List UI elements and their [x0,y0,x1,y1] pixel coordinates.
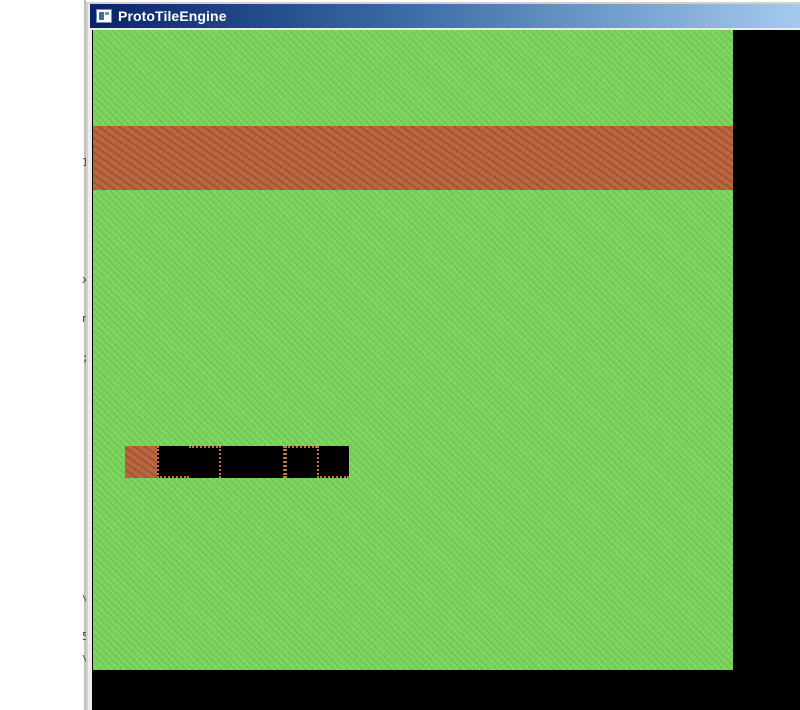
tile-empty[interactable] [157,446,189,478]
tile-empty[interactable] [285,446,317,478]
tile-map[interactable] [93,30,733,670]
tile-empty[interactable] [221,446,253,478]
tile-palette-row [125,446,349,478]
app-window: ProtoTileEngine [86,2,800,710]
game-viewport[interactable] [92,30,800,710]
window-title: ProtoTileEngine [118,8,227,24]
title-bar[interactable]: ProtoTileEngine [90,4,800,28]
desktop: 1 x n ; \ 5 \ ProtoTileEngine [0,0,800,710]
tile-dirt[interactable] [125,446,157,478]
tile-empty[interactable] [253,446,285,478]
tile-empty[interactable] [317,446,349,478]
background-window[interactable]: 1 x n ; \ 5 \ [0,0,89,710]
dirt-road [93,126,733,190]
tile-empty[interactable] [189,446,221,478]
app-window-icon[interactable] [96,9,112,23]
